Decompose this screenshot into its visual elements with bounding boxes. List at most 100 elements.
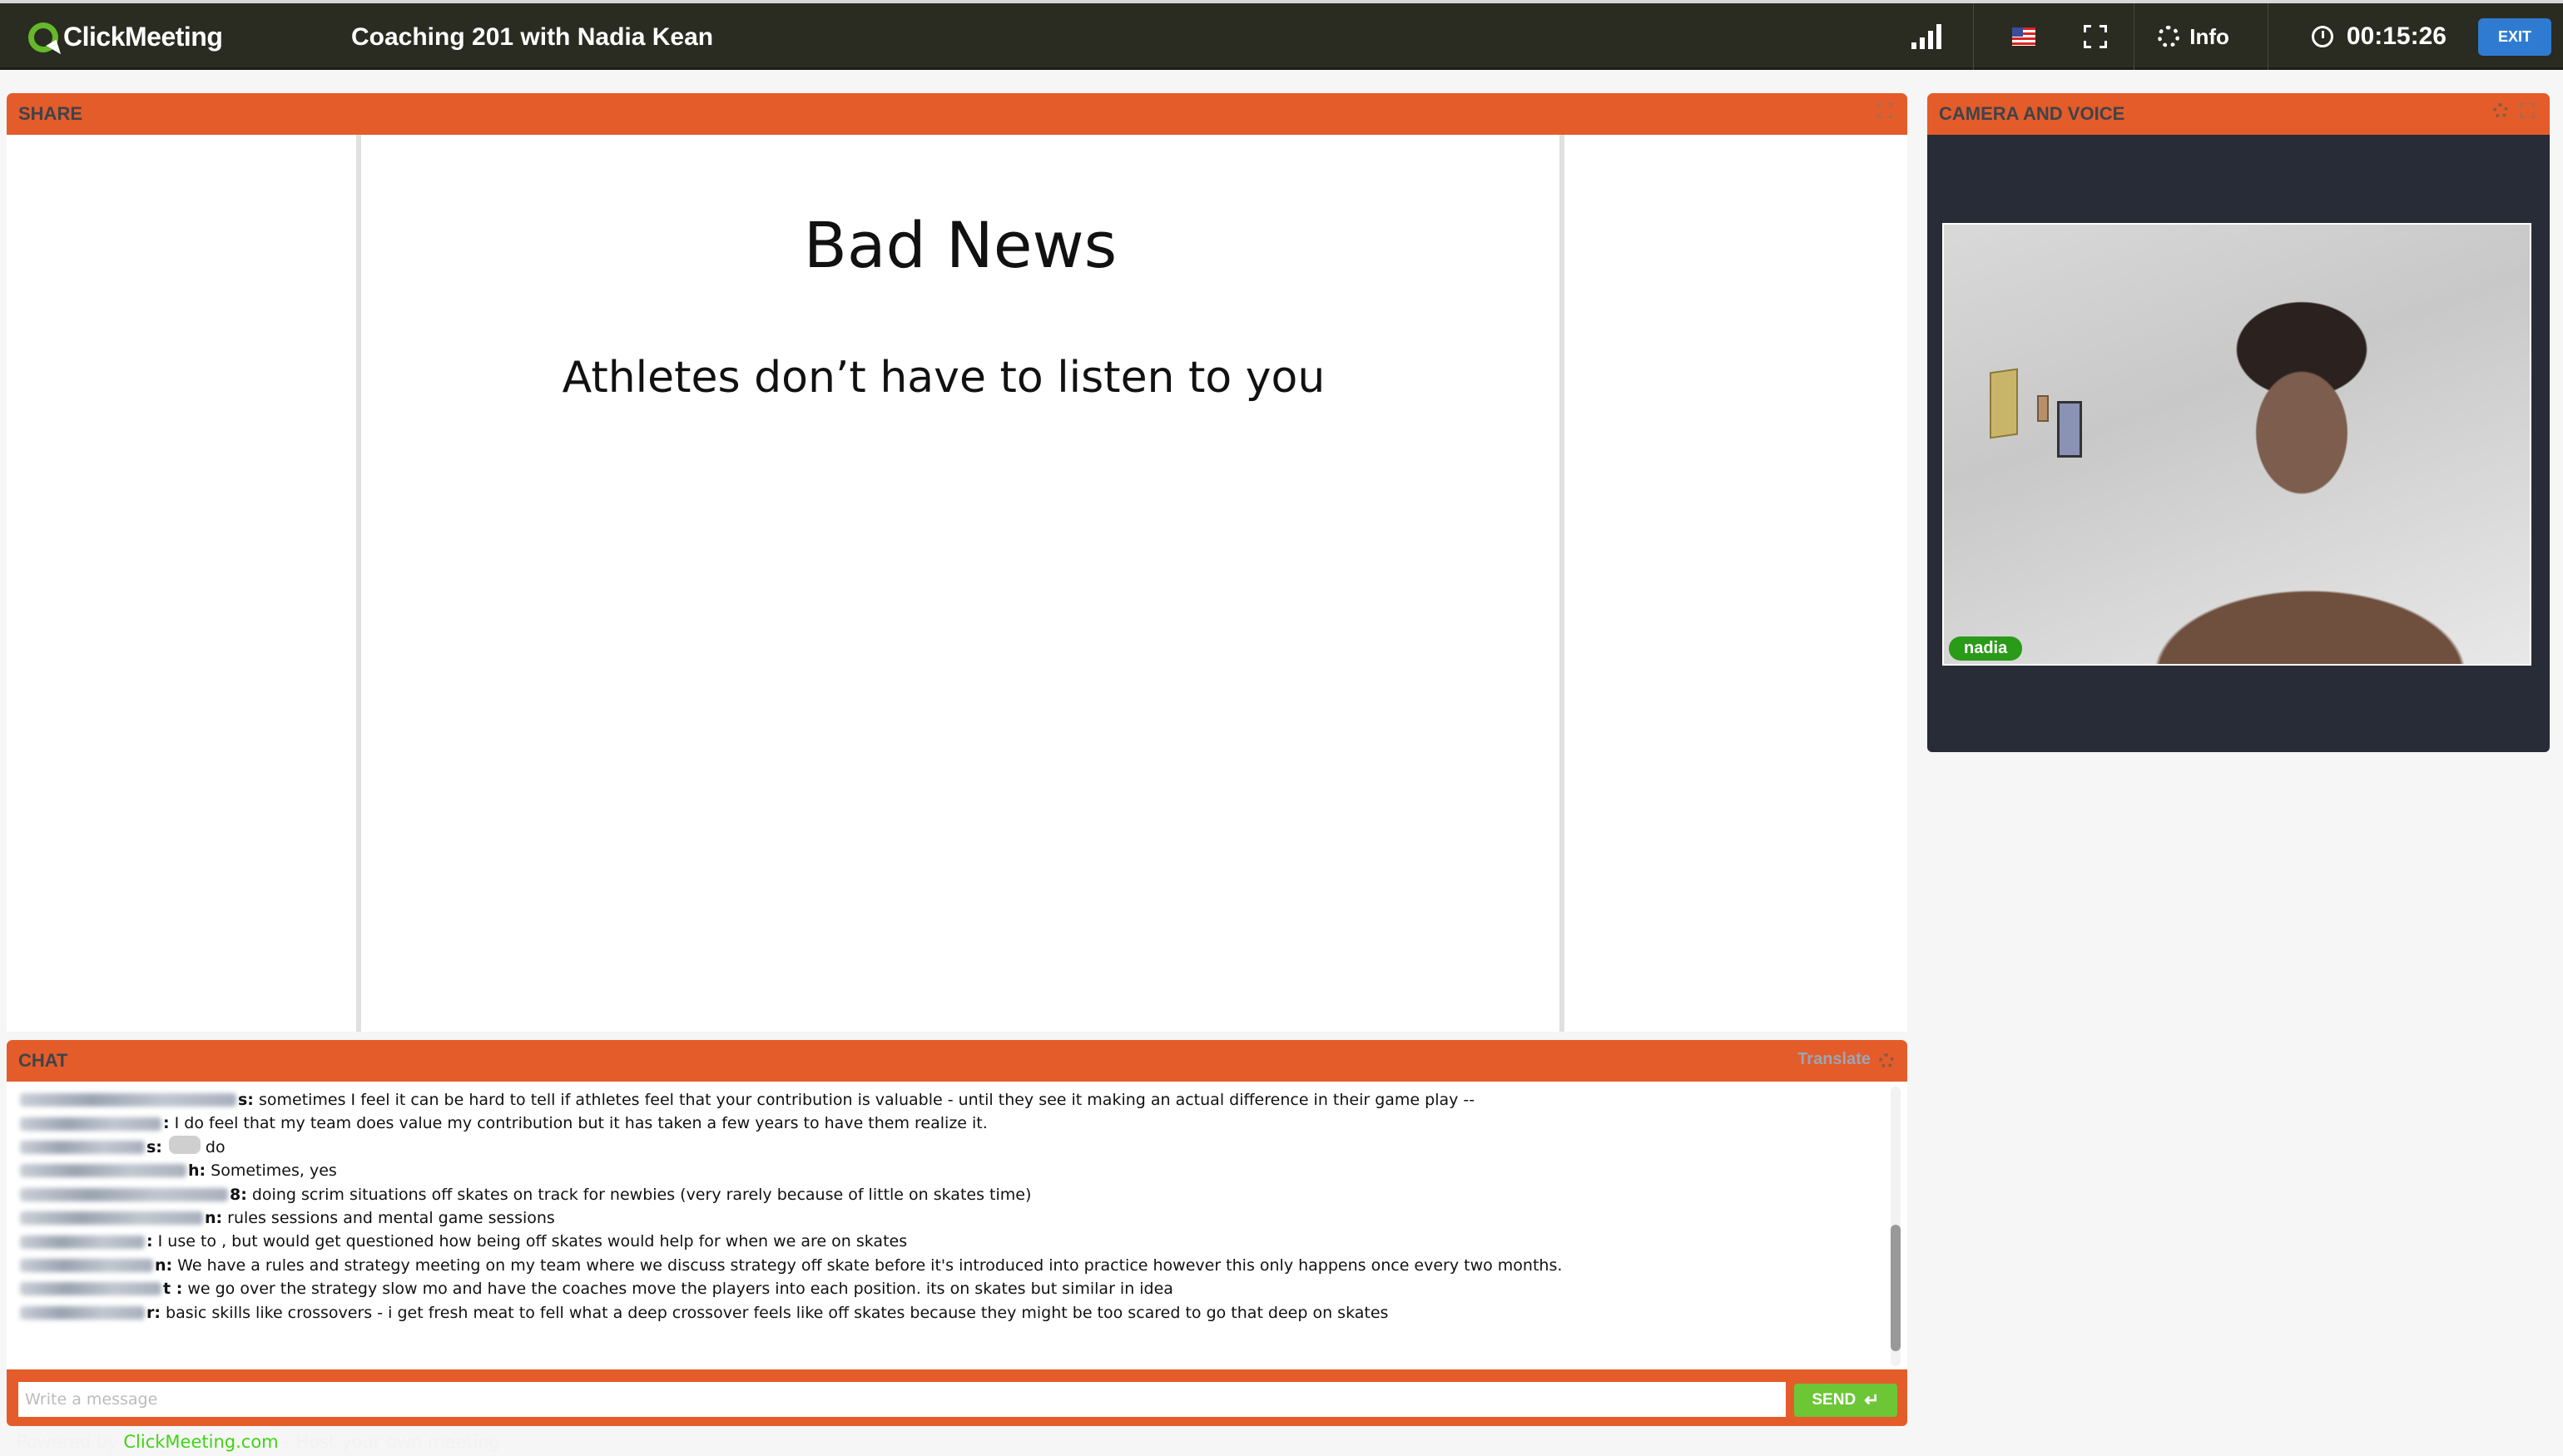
chat-message: r: basic skills like crossovers - i get … (20, 1301, 1874, 1325)
redacted-name (20, 1305, 145, 1320)
chat-input-bar: SEND ↵ (7, 1369, 1907, 1426)
message-sender: h: (20, 1159, 206, 1182)
chat-message: s: sometimes I feel it can be hard to te… (20, 1088, 1874, 1112)
message-sender: n: (20, 1206, 222, 1230)
info-button[interactable]: Info (2134, 3, 2268, 70)
send-button[interactable]: SEND ↵ (1794, 1384, 1897, 1417)
sender-suffix: r: (146, 1303, 161, 1322)
logo-text: ClickMeeting (63, 22, 223, 52)
sender-suffix: s: (238, 1091, 254, 1109)
sender-suffix: t : (163, 1280, 183, 1299)
fullscreen-icon (2084, 25, 2108, 48)
redacted-name (20, 1093, 236, 1107)
chat-message: : I use to , but would get questioned ho… (20, 1230, 1874, 1253)
camera-settings-icon[interactable] (2493, 103, 2508, 118)
clickmeeting-link[interactable]: ClickMeeting.com (123, 1432, 278, 1452)
top-bar-controls: Info 00:15:26 EXIT (1885, 3, 2563, 70)
chat-message: h: Sometimes, yes (20, 1159, 1874, 1182)
top-bar: ClickMeeting Coaching 201 with Nadia Kea… (0, 0, 2563, 70)
redacted-chip (168, 1135, 201, 1154)
message-input[interactable] (18, 1382, 1786, 1417)
wall-picture (2057, 401, 2082, 458)
slide-subtitle: Athletes don’t have to listen to you (562, 353, 1326, 403)
clock-icon (2311, 26, 2333, 47)
message-sender: s: (20, 1088, 254, 1112)
fullscreen-button[interactable] (2084, 3, 2134, 70)
timer-value: 00:15:26 (2346, 22, 2446, 50)
sender-suffix: s: (146, 1137, 162, 1156)
message-sender: : (20, 1112, 170, 1135)
redacted-name (20, 1141, 145, 1155)
translate-button[interactable]: Translate (1797, 1050, 1871, 1069)
meeting-title: Coaching 201 with Nadia Kean (351, 23, 714, 51)
wall-picture (1990, 368, 2018, 439)
info-label: Info (2189, 23, 2229, 49)
message-text: rules sessions and mental game sessions (227, 1209, 555, 1228)
redacted-name (20, 1164, 186, 1178)
redacted-name (20, 1211, 203, 1226)
redacted-name (20, 1187, 228, 1201)
chat-message: n: rules sessions and mental game sessio… (20, 1206, 1874, 1230)
message-text: Sometimes, yes (211, 1161, 337, 1181)
message-text: basic skills like crossovers - i get fre… (166, 1303, 1389, 1322)
message-sender: : (20, 1230, 153, 1253)
message-text: doing scrim situations off skates on tra… (251, 1185, 1032, 1204)
send-label: SEND (1812, 1391, 1857, 1409)
chat-scrollbar-thumb[interactable] (1891, 1225, 1901, 1351)
slide-title: Bad News (803, 208, 1118, 282)
footer-suffix: - Host your own meeting (278, 1432, 500, 1452)
us-flag-icon (2012, 27, 2036, 46)
enter-icon: ↵ (1864, 1389, 1880, 1410)
redacted-name (20, 1282, 161, 1296)
sender-suffix: h: (188, 1161, 206, 1181)
camera-panel-title: CAMERA AND VOICE (1939, 103, 2125, 124)
chat-message: s: do (20, 1135, 1874, 1159)
footer: Powered by ClickMeeting.com - Host your … (17, 1432, 500, 1452)
chat-messages-area: s: sometimes I feel it can be hard to te… (7, 1082, 1907, 1369)
expand-share-icon[interactable] (1877, 103, 1892, 118)
share-panel: Bad News Athletes don’t have to listen t… (7, 135, 1907, 1032)
redacted-name (20, 1259, 153, 1273)
sender-suffix: n: (205, 1209, 223, 1228)
presentation-slide: Bad News Athletes don’t have to listen t… (356, 135, 1564, 1032)
camera-panel: nadia (1927, 135, 2550, 752)
chat-settings-icon[interactable] (1879, 1053, 1894, 1068)
chat-panel-header: CHAT Translate (7, 1040, 1907, 1082)
message-text: sometimes I feel it can be hard to tell … (258, 1091, 1475, 1109)
message-sender: s: (20, 1136, 162, 1159)
language-selector[interactable] (1974, 3, 2084, 70)
meeting-timer: 00:15:26 EXIT (2268, 3, 2563, 70)
message-text: We have a rules and strategy meeting on … (177, 1255, 1563, 1275)
chat-message: n: We have a rules and strategy meeting … (20, 1254, 1874, 1277)
expand-camera-icon[interactable] (2520, 103, 2535, 118)
camera-panel-header: CAMERA AND VOICE (1927, 93, 2550, 135)
message-sender: r: (20, 1301, 161, 1325)
clickmeeting-logo: ClickMeeting (28, 22, 223, 52)
message-text: I do feel that my team does value my con… (174, 1114, 988, 1133)
sender-suffix: 8: (230, 1185, 247, 1204)
message-sender: n: (20, 1254, 172, 1277)
signal-strength-icon (1911, 24, 1942, 49)
connection-quality[interactable] (1885, 3, 1973, 70)
chat-message-list: s: sometimes I feel it can be hard to te… (20, 1088, 1874, 1325)
sender-suffix: n: (155, 1255, 173, 1275)
redacted-name (20, 1117, 161, 1131)
message-sender: t : (20, 1277, 182, 1300)
logo-icon (28, 22, 58, 52)
message-sender: 8: (20, 1183, 247, 1206)
chat-panel-title: CHAT (18, 1050, 68, 1071)
share-panel-title: SHARE (18, 103, 83, 124)
share-panel-header: SHARE (7, 93, 1907, 135)
chat-message: t : we go over the strategy slow mo and … (20, 1277, 1874, 1300)
sender-suffix: : (146, 1232, 153, 1251)
footer-prefix: Powered by (17, 1432, 124, 1452)
participant-name-tag: nadia (1949, 636, 2023, 661)
exit-button[interactable]: EXIT (2477, 17, 2551, 56)
message-text: do (205, 1137, 226, 1156)
webcam-video[interactable]: nadia (1942, 223, 2531, 666)
message-text: I use to , but would get questioned how … (157, 1232, 908, 1251)
redacted-name (20, 1235, 145, 1249)
gear-icon (2158, 26, 2180, 47)
sender-suffix: : (163, 1114, 170, 1133)
wall-picture (2037, 395, 2049, 422)
